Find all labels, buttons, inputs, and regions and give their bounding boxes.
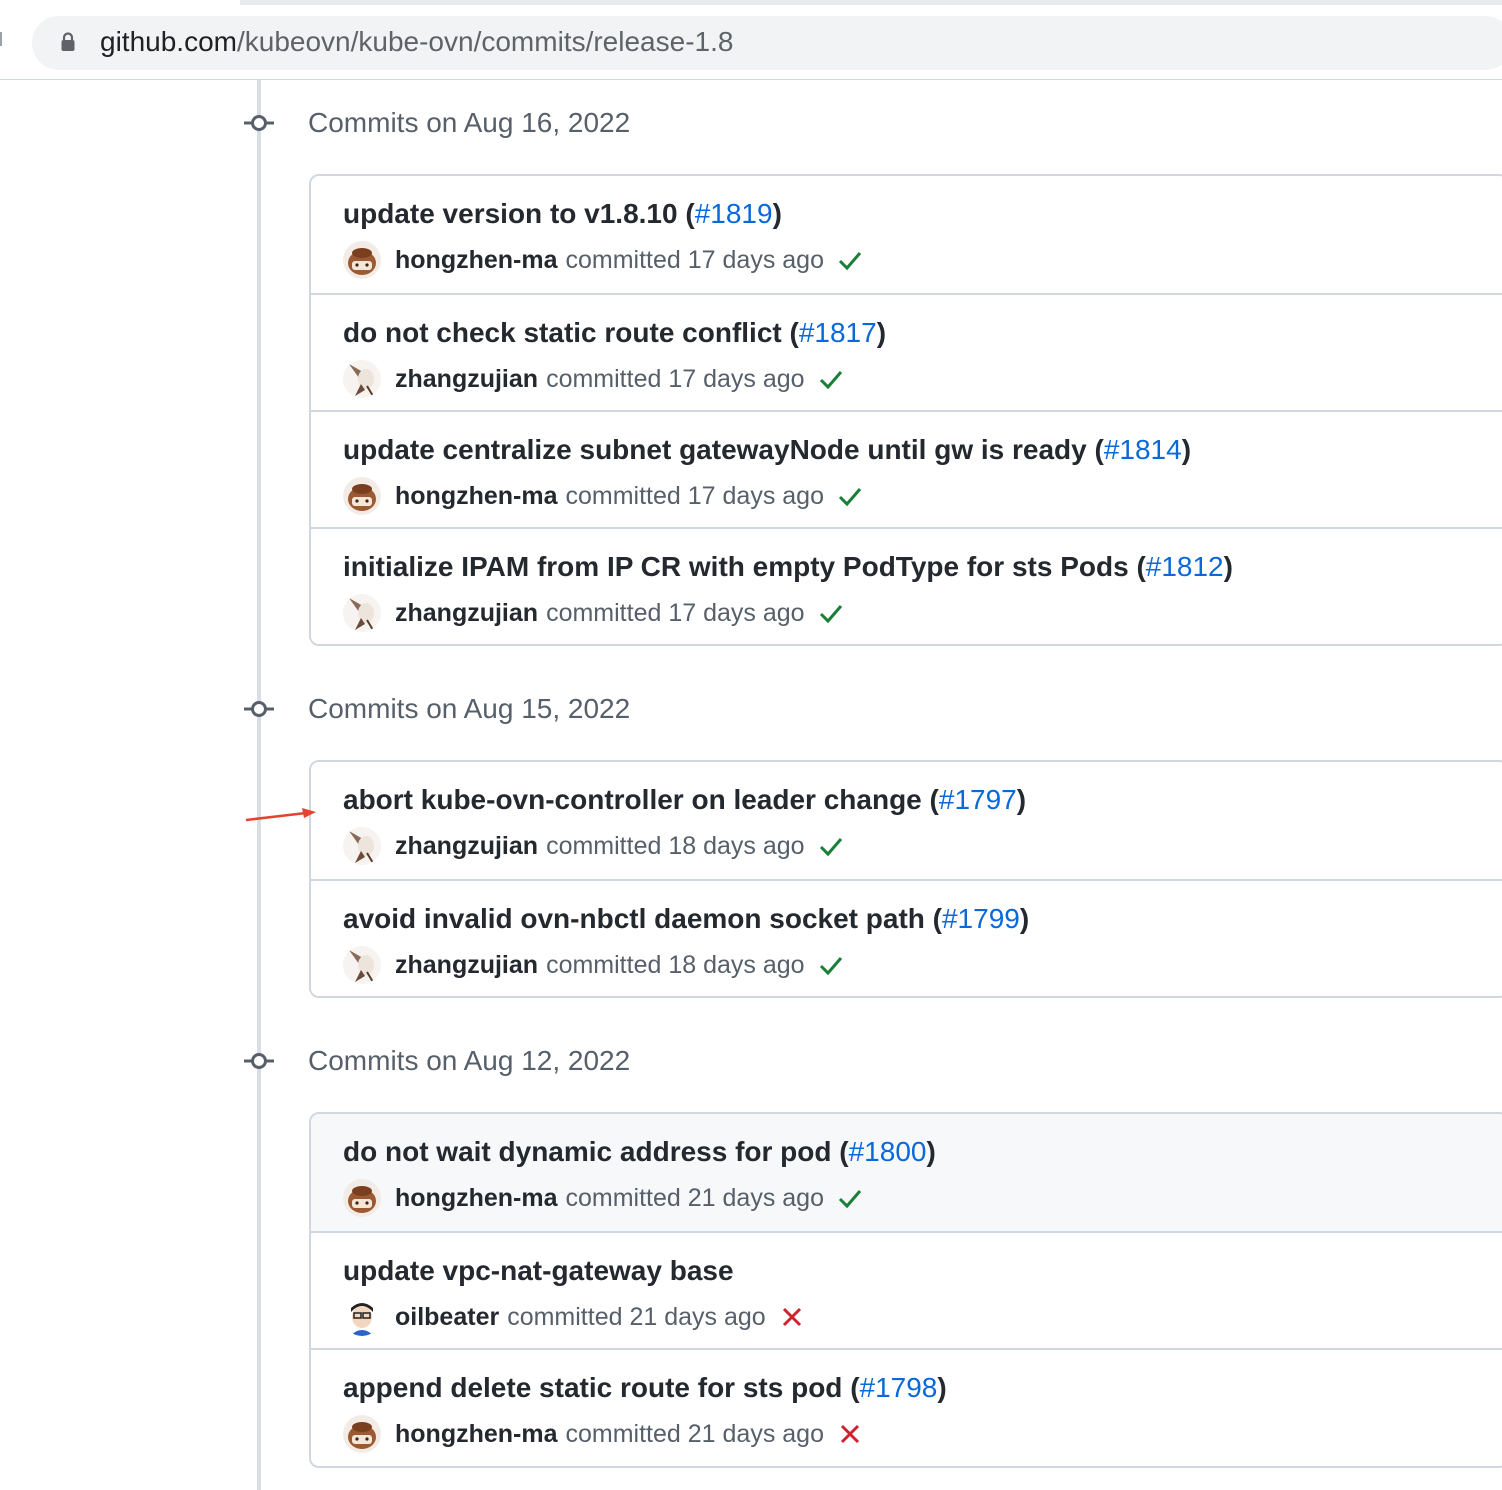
x-icon[interactable]	[778, 1303, 806, 1331]
address-bar-url[interactable]: github.com/kubeovn/kube-ovn/commits/rele…	[100, 25, 733, 59]
avatar[interactable]	[343, 477, 381, 515]
pr-link[interactable]: #1814	[1104, 434, 1182, 465]
avatar[interactable]	[343, 241, 381, 279]
git-commit-icon	[244, 1053, 274, 1069]
day-title: Commits on Aug 15, 2022	[308, 693, 631, 724]
commit-meta: hongzhen-ma committed 21 days ago	[343, 1179, 864, 1217]
commit-meta: hongzhen-ma committed 17 days ago	[343, 477, 864, 515]
commit-meta: oilbeater committed 21 days ago	[343, 1298, 806, 1336]
check-icon[interactable]	[817, 832, 845, 860]
avatar[interactable]	[343, 827, 381, 865]
commit-meta: zhangzujian committed 18 days ago	[343, 946, 845, 984]
author-link[interactable]: zhangzujian	[395, 365, 538, 394]
author-link[interactable]: hongzhen-ma	[395, 482, 558, 511]
commit-message-text[interactable]: update centralize subnet gatewayNode unt…	[343, 434, 1087, 465]
commit-message[interactable]: initialize IPAM from IP CR with empty Po…	[343, 551, 1233, 583]
pr-link[interactable]: #1799	[942, 903, 1020, 934]
commit-row: do not wait dynamic address for pod (#18…	[311, 1114, 1502, 1231]
author-link[interactable]: zhangzujian	[395, 951, 538, 980]
commit-message[interactable]: append delete static route for sts pod (…	[343, 1372, 947, 1404]
commit-time: committed 21 days ago	[507, 1302, 766, 1331]
author-link[interactable]: zhangzujian	[395, 832, 538, 861]
avatar[interactable]	[343, 1298, 381, 1336]
commit-row: update vpc-nat-gateway base oilbeater co…	[311, 1231, 1502, 1348]
commit-message-text[interactable]: do not check static route conflict	[343, 317, 782, 348]
commit-message-text[interactable]: update version to v1.8.10	[343, 198, 678, 229]
x-icon[interactable]	[836, 1420, 864, 1448]
commit-time: committed 17 days ago	[546, 598, 805, 627]
commit-group: abort kube-ovn-controller on leader chan…	[309, 760, 1502, 998]
commit-time: committed 17 days ago	[565, 481, 824, 510]
commit-message-text[interactable]: avoid invalid ovn-nbctl daemon socket pa…	[343, 903, 925, 934]
author-link[interactable]: hongzhen-ma	[395, 1420, 558, 1449]
avatar[interactable]	[343, 1179, 381, 1217]
commit-row: append delete static route for sts pod (…	[311, 1348, 1502, 1465]
commit-time: committed 17 days ago	[546, 364, 805, 393]
commit-row: update centralize subnet gatewayNode unt…	[311, 410, 1502, 527]
avatar[interactable]	[343, 946, 381, 984]
commit-message-text[interactable]: append delete static route for sts pod	[343, 1372, 842, 1403]
commit-message[interactable]: abort kube-ovn-controller on leader chan…	[343, 784, 1026, 816]
commit-meta: zhangzujian committed 17 days ago	[343, 360, 845, 398]
author-link[interactable]: oilbeater	[395, 1303, 499, 1332]
timeline-line	[257, 80, 261, 1490]
pr-link[interactable]: #1798	[860, 1372, 938, 1403]
commit-message-text[interactable]: do not wait dynamic address for pod	[343, 1136, 832, 1167]
commit-message[interactable]: do not wait dynamic address for pod (#18…	[343, 1136, 936, 1168]
commit-meta: zhangzujian committed 18 days ago	[343, 827, 845, 865]
url-host: github.com	[100, 26, 237, 57]
commit-group: do not wait dynamic address for pod (#18…	[309, 1112, 1502, 1468]
annotation-arrow-icon	[245, 808, 316, 822]
author-link[interactable]: hongzhen-ma	[395, 1184, 558, 1213]
day-title: Commits on Aug 16, 2022	[308, 107, 631, 138]
check-icon[interactable]	[836, 482, 864, 510]
window-edge	[0, 32, 2, 46]
browser-toolbar: github.com/kubeovn/kube-ovn/commits/rele…	[0, 0, 1502, 80]
check-icon[interactable]	[817, 951, 845, 979]
pr-link[interactable]: #1819	[695, 198, 773, 229]
commit-meta: hongzhen-ma committed 17 days ago	[343, 241, 864, 279]
pr-link[interactable]: #1812	[1146, 551, 1224, 582]
commit-message[interactable]: update centralize subnet gatewayNode unt…	[343, 434, 1191, 466]
commit-time: committed 21 days ago	[565, 1183, 824, 1212]
commit-meta: zhangzujian committed 17 days ago	[343, 594, 845, 632]
lock-icon[interactable]	[60, 32, 76, 52]
day-title: Commits on Aug 12, 2022	[308, 1045, 631, 1076]
commit-time: committed 17 days ago	[565, 245, 824, 274]
commit-meta: hongzhen-ma committed 21 days ago	[343, 1415, 864, 1453]
commit-time: committed 18 days ago	[546, 950, 805, 979]
avatar[interactable]	[343, 594, 381, 632]
commit-time: committed 18 days ago	[546, 831, 805, 860]
commit-row: update version to v1.8.10 (#1819) hongzh…	[311, 176, 1502, 293]
check-icon[interactable]	[836, 1184, 864, 1212]
commit-row: avoid invalid ovn-nbctl daemon socket pa…	[311, 879, 1502, 996]
commit-message[interactable]: update vpc-nat-gateway base	[343, 1255, 734, 1287]
avatar[interactable]	[343, 1415, 381, 1453]
avatar[interactable]	[343, 360, 381, 398]
check-icon[interactable]	[817, 599, 845, 627]
pr-link[interactable]: #1797	[939, 784, 1017, 815]
url-path: /kubeovn/kube-ovn/commits/release-1.8	[236, 26, 734, 57]
check-icon[interactable]	[836, 246, 864, 274]
commit-message[interactable]: update version to v1.8.10 (#1819)	[343, 198, 782, 230]
git-commit-icon	[244, 701, 274, 717]
commit-row: initialize IPAM from IP CR with empty Po…	[311, 527, 1502, 644]
author-link[interactable]: zhangzujian	[395, 599, 538, 628]
commit-row: do not check static route conflict (#181…	[311, 293, 1502, 410]
pr-link[interactable]: #1817	[799, 317, 877, 348]
author-link[interactable]: hongzhen-ma	[395, 246, 558, 275]
git-commit-icon	[244, 115, 274, 131]
commit-message[interactable]: do not check static route conflict (#181…	[343, 317, 886, 349]
commit-message-text[interactable]: initialize IPAM from IP CR with empty Po…	[343, 551, 1129, 582]
pr-link[interactable]: #1800	[849, 1136, 927, 1167]
commit-message-text[interactable]: abort kube-ovn-controller on leader chan…	[343, 784, 922, 815]
tab-strip	[240, 0, 1502, 5]
commit-message[interactable]: avoid invalid ovn-nbctl daemon socket pa…	[343, 903, 1029, 935]
commit-group: update version to v1.8.10 (#1819) hongzh…	[309, 174, 1502, 646]
check-icon[interactable]	[817, 365, 845, 393]
commit-row: abort kube-ovn-controller on leader chan…	[311, 762, 1502, 879]
commit-message-text[interactable]: update vpc-nat-gateway base	[343, 1255, 734, 1286]
commit-time: committed 21 days ago	[565, 1419, 824, 1448]
